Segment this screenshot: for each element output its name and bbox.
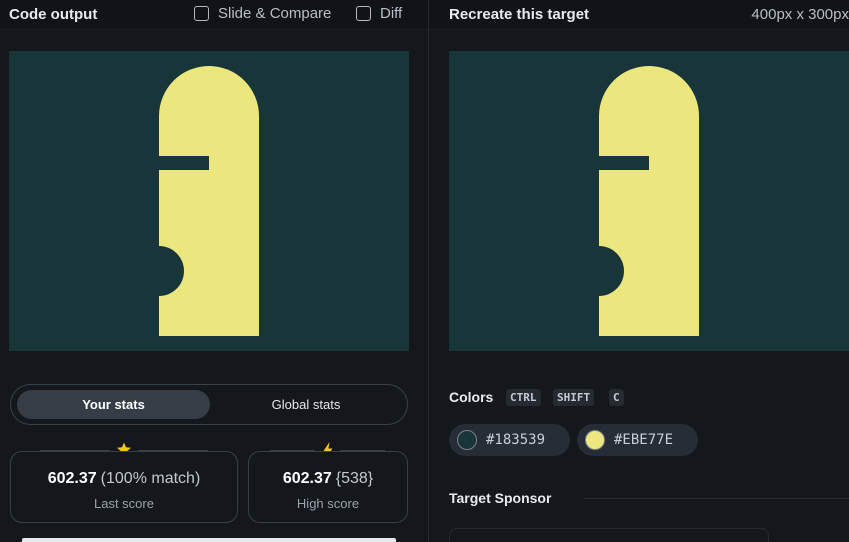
target-header: Recreate this target 400px x 300px: [429, 0, 849, 30]
code-output-header: Code output Slide & Compare Diff: [0, 0, 428, 30]
high-score-label: High score: [296, 496, 360, 511]
kbd-shift: SHIFT: [553, 389, 595, 406]
slide-compare-option[interactable]: Slide & Compare: [194, 5, 331, 22]
code-output-title: Code output: [9, 6, 98, 23]
target-pane: Recreate this target 400px x 300px Color…: [429, 0, 849, 542]
last-score-value: 602.37: [47, 470, 97, 487]
colors-heading: Colors: [449, 389, 494, 405]
color-chip-dark[interactable]: #183539: [449, 424, 570, 456]
target-canvas: [449, 51, 849, 351]
output-render: [9, 51, 409, 351]
target-title: Recreate this target: [449, 6, 590, 23]
your-stats-tab[interactable]: Your stats: [17, 390, 210, 419]
yellow-arch-shape: [159, 66, 259, 336]
high-score-card: 602.37 {538} High score: [248, 451, 408, 523]
submit-button-edge[interactable]: [22, 538, 396, 542]
slide-compare-label: Slide & Compare: [218, 5, 332, 22]
slide-compare-checkbox[interactable]: [194, 6, 209, 21]
diff-label: Diff: [380, 5, 403, 22]
high-score-rank: {538}: [335, 470, 374, 487]
target-render: [449, 51, 849, 351]
color-swatch-dark: [457, 430, 477, 450]
target-notch-bar: [599, 156, 649, 170]
kbd-ctrl: CTRL: [506, 389, 541, 406]
kbd-c: C: [609, 389, 624, 406]
color-chip-yellow[interactable]: #EBE77E: [577, 424, 698, 456]
last-score-match: (100% match): [100, 470, 201, 487]
last-score-card: 602.37 (100% match) Last score: [10, 451, 238, 523]
code-output-canvas[interactable]: [9, 51, 409, 351]
diff-checkbox[interactable]: [356, 6, 371, 21]
last-score-label: Last score: [94, 496, 154, 511]
target-size-label: 400px x 300px: [751, 6, 849, 23]
global-stats-tab[interactable]: Global stats: [211, 390, 401, 419]
sponsor-divider: [584, 498, 849, 499]
target-yellow-arch-shape: [599, 66, 699, 336]
notch-bar: [159, 156, 209, 170]
stats-toggle: Your stats Global stats: [10, 384, 408, 425]
code-output-pane: Code output Slide & Compare Diff Your st…: [0, 0, 428, 542]
color-hex-dark: #183539: [486, 432, 546, 448]
color-hex-yellow: #EBE77E: [614, 432, 674, 448]
diff-option[interactable]: Diff: [356, 5, 402, 22]
sponsor-card: [449, 528, 769, 542]
color-swatch-yellow: [585, 430, 605, 450]
high-score-value: 602.37: [282, 470, 332, 487]
target-sponsor-heading: Target Sponsor: [449, 490, 552, 506]
